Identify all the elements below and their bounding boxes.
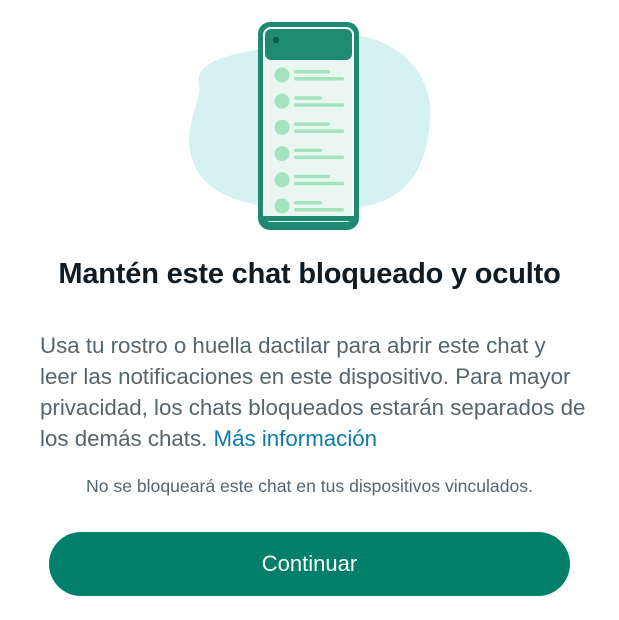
- chat-name-line: [294, 148, 322, 153]
- chat-preview-line: [294, 181, 344, 186]
- chat-name-line: [294, 96, 322, 100]
- chat-preview-line: [294, 77, 344, 81]
- chat-preview-line: [294, 129, 344, 133]
- more-info-link[interactable]: Más información: [214, 426, 378, 451]
- phone-icon: [258, 22, 359, 230]
- chat-preview-line: [294, 208, 344, 212]
- dialog-title: Mantén este chat bloqueado y oculto: [58, 258, 561, 290]
- chat-preview-line: [294, 155, 344, 160]
- chat-preview-line: [294, 103, 344, 107]
- dialog-description: Usa tu rostro o huella dactilar para abr…: [40, 330, 588, 454]
- chat-avatar: [274, 146, 290, 162]
- chat-avatar: [274, 67, 290, 83]
- chat-name-line: [294, 122, 330, 126]
- chat-avatar: [274, 93, 290, 109]
- chat-avatar: [274, 198, 290, 214]
- chat-avatar: [274, 172, 290, 188]
- chat-name-line: [294, 174, 330, 179]
- chat-name-line: [294, 201, 322, 205]
- chat-name-line: [294, 70, 330, 74]
- phone-chat-list-illustration: [189, 22, 431, 230]
- continue-button[interactable]: Continuar: [49, 532, 570, 596]
- chat-avatar: [274, 119, 290, 135]
- linked-devices-note: No se bloqueará este chat en tus disposi…: [86, 476, 533, 496]
